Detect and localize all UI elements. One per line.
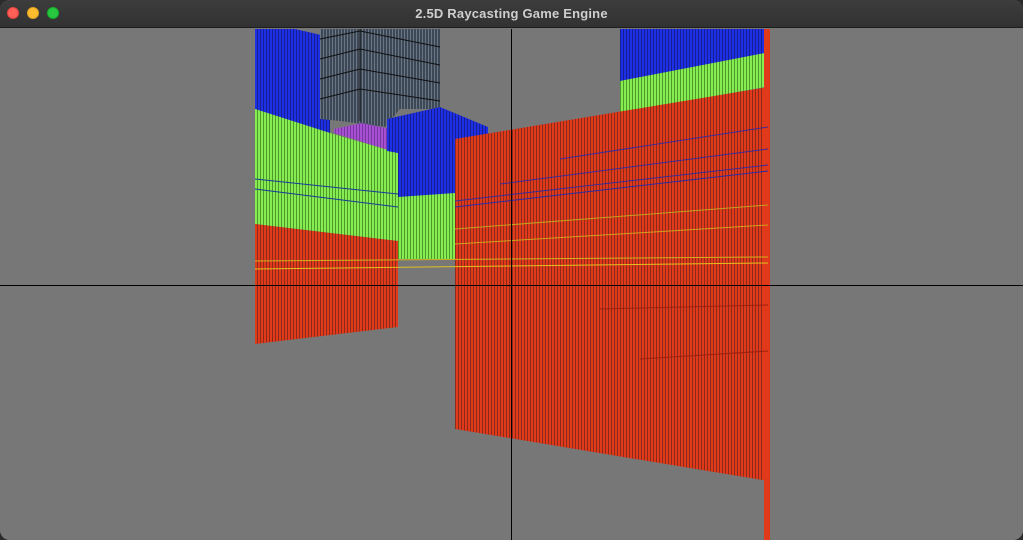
red-wall-main [455, 87, 768, 481]
title-bar: 2.5D Raycasting Game Engine [0, 0, 1023, 28]
red-edge-column [764, 29, 770, 540]
game-viewport[interactable] [0, 29, 1023, 540]
red-wall-left [255, 224, 398, 344]
window-title: 2.5D Raycasting Game Engine [415, 6, 608, 21]
game-window: 2.5D Raycasting Game Engine [0, 0, 1023, 540]
crosshair [0, 29, 1023, 540]
green-block-center [398, 193, 455, 259]
render-canvas [0, 29, 1023, 540]
